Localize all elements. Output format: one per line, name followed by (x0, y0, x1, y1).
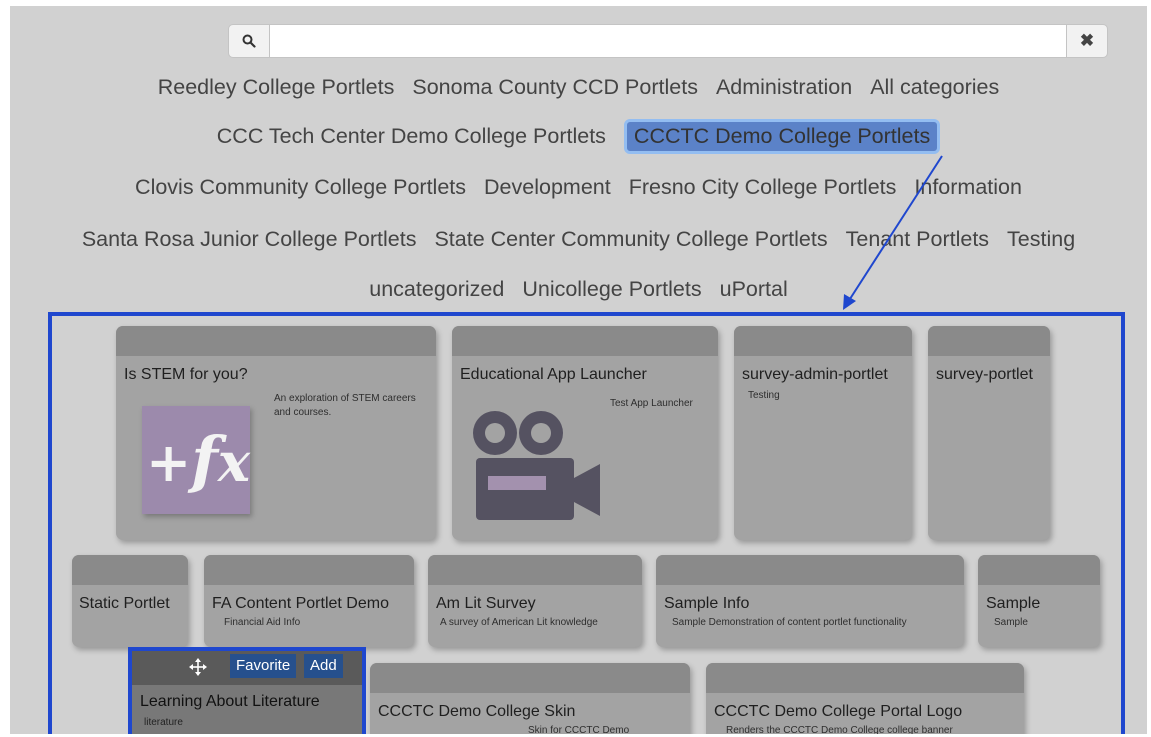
portlet-tile-survey-admin[interactable]: survey-admin-portlet Testing (734, 326, 912, 540)
tile-header (204, 555, 414, 585)
portlet-description: Test App Launcher (610, 398, 693, 409)
portlet-tile-am-lit[interactable]: Am Lit Survey A survey of American Lit k… (428, 555, 642, 647)
portlet-tile-launcher[interactable]: Educational App Launcher Test App Launch… (452, 326, 718, 540)
portlet-title: Am Lit Survey (436, 595, 536, 612)
tile-header (928, 326, 1050, 356)
add-button[interactable]: Add (304, 654, 343, 678)
tile-header (370, 663, 690, 693)
portlet-title: CCCTC Demo College Skin (378, 703, 576, 720)
portlet-title: Educational App Launcher (460, 366, 647, 383)
tile-header (116, 326, 436, 356)
portlet-title: Is STEM for you? (124, 366, 248, 383)
tile-header (656, 555, 964, 585)
portlet-description: Testing (748, 390, 780, 401)
tile-body: Learning About Literature literature (132, 685, 362, 734)
portlet-description: Financial Aid Info (224, 617, 301, 628)
function-fx-icon: +fx (142, 406, 250, 514)
portlet-tile-static[interactable]: Static Portlet (72, 555, 188, 647)
tile-action-bar: Favorite Add (132, 651, 362, 685)
portlet-description: A survey of American Lit knowledge (440, 617, 598, 628)
move-icon[interactable] (188, 657, 208, 677)
tile-header (72, 555, 188, 585)
portlet-title: Sample (986, 595, 1041, 612)
portlet-description: Sample (994, 617, 1028, 628)
tile-header (428, 555, 642, 585)
tile-header (734, 326, 912, 356)
fx-glyph: +fx (146, 423, 251, 496)
portlet-description: Skin for CCCTC Demo (528, 725, 630, 734)
portlet-tile-sample-info[interactable]: Sample Info Sample Demonstration of cont… (656, 555, 964, 647)
portlet-description: Renders the CCCTC Demo College college b… (726, 725, 953, 734)
portlet-title: FA Content Portlet Demo (212, 595, 389, 612)
portlet-title: survey-portlet (936, 366, 1033, 383)
portlet-tile-literature-hovered[interactable]: Favorite Add Learning About Literature l… (128, 647, 366, 734)
portlet-tile-sample[interactable]: Sample Sample (978, 555, 1100, 647)
portlet-tile-skin[interactable]: CCCTC Demo College Skin Skin for CCCTC D… (370, 663, 690, 734)
tile-header (978, 555, 1100, 585)
portlet-title: Static Portlet (79, 595, 170, 612)
video-camera-icon (473, 411, 600, 520)
portlet-title: Sample Info (664, 595, 750, 612)
tile-header (706, 663, 1024, 693)
portlet-browser: ✖ Reedley College Portlets Sonoma County… (10, 6, 1147, 734)
favorite-button[interactable]: Favorite (230, 654, 297, 678)
portlet-description: Sample Demonstration of content portlet … (672, 617, 907, 628)
portlet-results-panel: Is STEM for you? An exploration of STEM … (48, 312, 1125, 734)
annotation-arrow (843, 155, 943, 310)
portlet-tile-logo[interactable]: CCCTC Demo College Portal Logo Renders t… (706, 663, 1024, 734)
portlet-description: literature (144, 717, 183, 728)
portlet-tile-fa-content[interactable]: FA Content Portlet Demo Financial Aid In… (204, 555, 414, 647)
portlet-tile-stem[interactable]: Is STEM for you? An exploration of STEM … (116, 326, 436, 540)
portlet-title: Learning About Literature (140, 693, 320, 710)
portlet-description: An exploration of STEM careers and cours… (274, 393, 416, 418)
portlet-title: CCCTC Demo College Portal Logo (714, 703, 963, 720)
portlet-tile-survey[interactable]: survey-portlet (928, 326, 1050, 540)
portlet-title: survey-admin-portlet (742, 366, 888, 383)
tile-header (452, 326, 718, 356)
